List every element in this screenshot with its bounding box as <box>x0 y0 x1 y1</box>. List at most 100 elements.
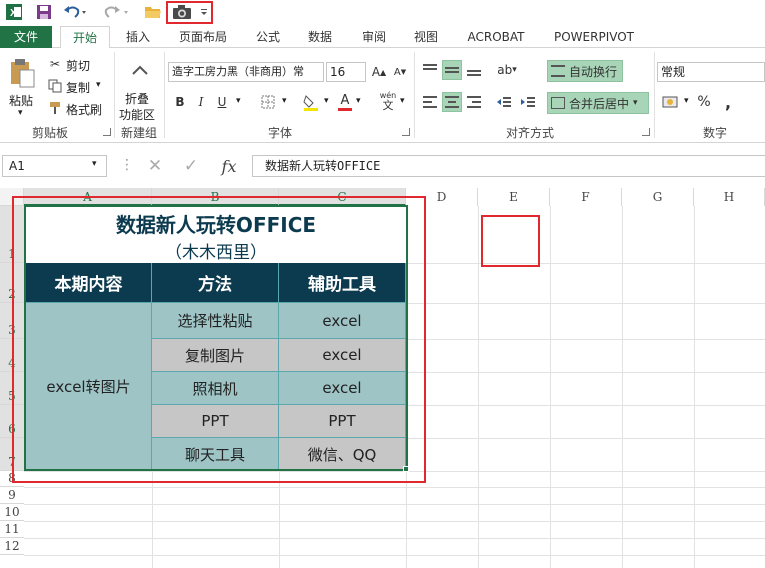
collapse-ribbon-label-1[interactable]: 折叠 <box>125 90 149 107</box>
align-center-icon[interactable] <box>442 92 462 112</box>
borders-dropdown-icon[interactable]: ▾ <box>282 96 287 106</box>
underline-button[interactable]: U <box>214 93 230 111</box>
insert-function-button[interactable]: fx <box>216 156 242 176</box>
tab-home[interactable]: 开始 <box>60 26 110 49</box>
increase-indent-icon[interactable] <box>518 92 538 112</box>
align-middle-icon[interactable] <box>442 60 462 80</box>
font-launcher-icon[interactable] <box>402 128 410 136</box>
decrease-indent-icon[interactable] <box>494 92 514 112</box>
accounting-format-icon[interactable] <box>660 92 682 112</box>
ribbon-separator <box>164 52 165 138</box>
percent-button[interactable]: % <box>696 92 712 112</box>
clipboard-group-label: 剪贴板 <box>31 126 68 140</box>
number-group-label: 数字 <box>702 126 727 140</box>
paste-icon[interactable] <box>6 56 38 90</box>
cut-icon[interactable]: ✂ <box>46 56 64 72</box>
gridline <box>694 206 695 568</box>
tab-review[interactable]: 审阅 <box>352 26 396 48</box>
column-header-h[interactable]: H <box>694 188 765 206</box>
copy-dropdown-icon[interactable]: ▾ <box>96 80 101 90</box>
merge-center-button[interactable]: 合并后居中 ▾ <box>547 92 649 114</box>
number-format-select[interactable]: 常规 <box>657 62 765 82</box>
formula-bar: A1 ▾ ⋮ ✕ ✓ fx 数据新人玩转OFFICE <box>0 143 765 185</box>
tab-acrobat[interactable]: ACROBAT <box>460 26 532 48</box>
accounting-dropdown-icon[interactable]: ▾ <box>684 96 689 106</box>
format-painter-icon[interactable] <box>46 100 64 116</box>
clipboard-launcher-icon[interactable] <box>103 128 111 136</box>
collapse-ribbon-icon[interactable] <box>128 60 152 80</box>
svg-text:X: X <box>10 8 17 19</box>
font-color-dropdown-icon[interactable]: ▾ <box>356 96 361 106</box>
fill-color-icon[interactable] <box>300 92 322 112</box>
align-left-icon[interactable] <box>420 92 440 112</box>
align-right-icon[interactable] <box>464 92 484 112</box>
quick-access-toolbar: X <box>0 0 765 26</box>
phonetic-icon[interactable]: wén 文 <box>378 90 398 112</box>
tab-page-layout[interactable]: 页面布局 <box>170 26 236 48</box>
cancel-entry-icon[interactable]: ✕ <box>144 156 166 176</box>
phonetic-dropdown-icon[interactable]: ▾ <box>400 96 405 106</box>
gridline <box>24 521 765 522</box>
alignment-launcher-icon[interactable] <box>642 128 650 136</box>
row-header-12[interactable]: 12 <box>0 538 24 555</box>
column-header-g[interactable]: G <box>622 188 694 206</box>
tab-insert[interactable]: 插入 <box>118 26 158 48</box>
fill-color-dropdown-icon[interactable]: ▾ <box>324 96 329 106</box>
orientation-icon[interactable]: ab ▾ <box>494 60 520 80</box>
save-icon[interactable] <box>34 2 54 22</box>
font-size-select[interactable]: 16 <box>326 62 366 82</box>
column-header-f[interactable]: F <box>550 188 622 206</box>
copy-button[interactable]: 复制 <box>66 79 90 96</box>
camera-highlight-box <box>166 1 213 24</box>
table-highlight-box <box>12 196 426 483</box>
bold-button[interactable]: B <box>172 93 188 111</box>
row-header-10[interactable]: 10 <box>0 504 24 521</box>
cut-button[interactable]: 剪切 <box>66 57 90 74</box>
tab-formulas[interactable]: 公式 <box>248 26 288 48</box>
wrap-text-icon <box>551 65 565 77</box>
folder-icon[interactable] <box>143 2 163 22</box>
font-name-select[interactable]: 造字工房力黑（非商用）常 <box>168 62 324 82</box>
gridline <box>24 487 765 488</box>
ribbon: 粘贴 ▾ ✂ 剪切 复制 ▾ 格式刷 剪贴板 折叠 功能区 新建组 造字工房力黑… <box>0 48 765 143</box>
collapse-ribbon-label-2[interactable]: 功能区 <box>119 106 155 123</box>
ribbon-separator <box>654 52 655 138</box>
tab-data[interactable]: 数据 <box>300 26 340 48</box>
paste-label[interactable]: 粘贴 <box>9 92 33 109</box>
wrap-text-button[interactable]: 自动换行 <box>547 60 623 82</box>
gridline <box>622 206 623 568</box>
name-box-dropdown-icon[interactable]: ▾ <box>92 159 97 169</box>
alignment-group-label: 对齐方式 <box>505 126 554 140</box>
confirm-entry-icon[interactable]: ✓ <box>180 156 202 176</box>
italic-button[interactable]: I <box>193 93 209 111</box>
gridline <box>24 555 765 556</box>
comma-style-icon[interactable]: , <box>720 92 736 112</box>
merge-dropdown-icon[interactable]: ▾ <box>633 98 638 108</box>
formula-input[interactable]: 数据新人玩转OFFICE <box>252 155 765 177</box>
column-header-e[interactable]: E <box>478 188 550 206</box>
new-group-label: 新建组 <box>120 126 157 140</box>
font-color-icon[interactable]: A <box>336 92 354 112</box>
copy-icon[interactable] <box>46 78 64 94</box>
worksheet-grid: A B C D E F G H 1 2 3 4 5 6 7 8 9 10 11 … <box>0 188 765 568</box>
increase-font-icon[interactable]: A ▲ <box>370 63 388 81</box>
gridline <box>24 538 765 539</box>
gridline <box>550 206 551 568</box>
tab-powerpivot[interactable]: POWERPIVOT <box>548 26 640 48</box>
undo-icon[interactable] <box>62 2 90 22</box>
tab-file[interactable]: 文件 <box>0 26 52 48</box>
row-header-9[interactable]: 9 <box>0 487 24 504</box>
underline-dropdown-icon[interactable]: ▾ <box>236 96 241 106</box>
borders-icon[interactable] <box>258 93 278 111</box>
align-bottom-icon[interactable] <box>464 60 484 80</box>
align-top-icon[interactable] <box>420 60 440 80</box>
redo-icon[interactable] <box>102 2 132 22</box>
tab-view[interactable]: 视图 <box>406 26 446 48</box>
paste-dropdown-icon[interactable]: ▾ <box>18 108 23 118</box>
formula-bar-grip-icon: ⋮ <box>120 157 134 173</box>
decrease-font-icon[interactable]: A ▼ <box>391 63 409 81</box>
format-painter-button[interactable]: 格式刷 <box>66 101 102 118</box>
merge-center-icon <box>551 97 565 109</box>
gridline <box>478 206 479 568</box>
row-header-11[interactable]: 11 <box>0 521 24 538</box>
